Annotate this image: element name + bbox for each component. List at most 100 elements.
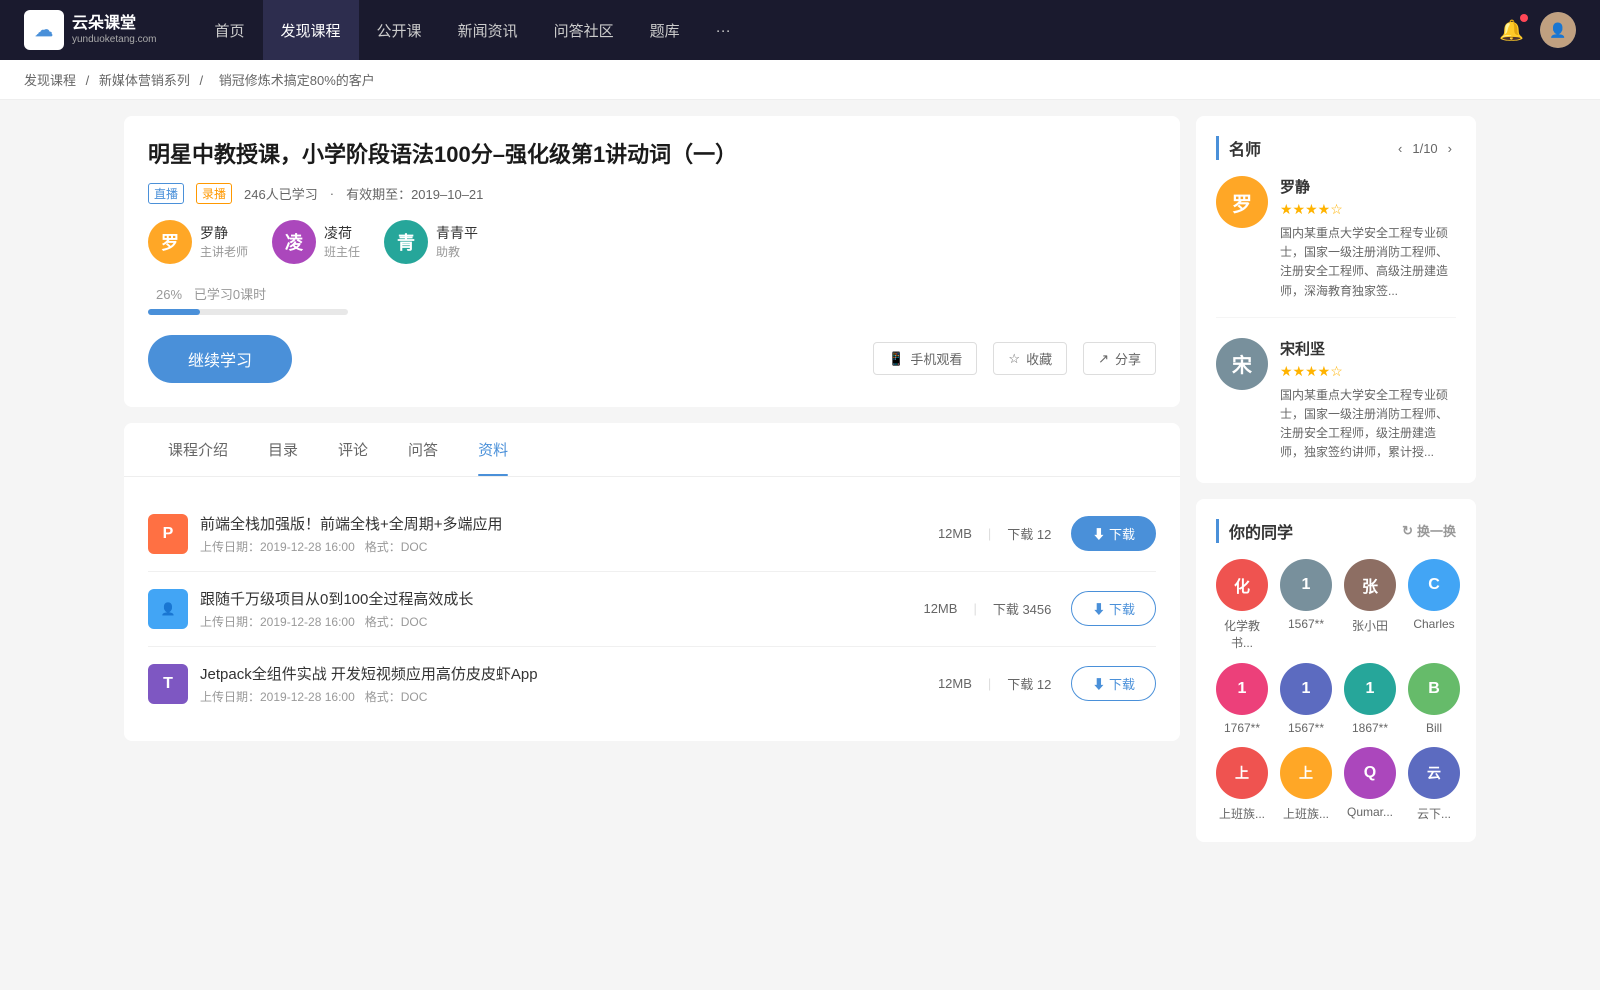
course-title: 明星中教授课，小学阶段语法100分–强化级第1讲动词（一） [148,140,1156,171]
tab-review[interactable]: 评论 [318,423,388,476]
nav-item-quiz[interactable]: 题库 [632,0,698,60]
student-2-avatar[interactable]: 张 [1344,559,1396,611]
student-9-name: 上班族... [1283,805,1329,822]
left-column: 明星中教授课，小学阶段语法100分–强化级第1讲动词（一） 直播 录播 246人… [124,116,1180,858]
student-7: B Bill [1408,663,1460,735]
file-stats-1: 12MB | 下载 3456 [923,599,1051,618]
student-1-avatar[interactable]: 1 [1280,559,1332,611]
teacher-2-name: 青青平 [436,223,478,243]
page-number: 1/10 [1412,141,1437,156]
download-button-0[interactable]: ⬇ 下载 [1071,516,1156,551]
tab-intro[interactable]: 课程介绍 [148,423,248,476]
student-9-avatar[interactable]: 上 [1280,747,1332,799]
action-buttons: 📱 手机观看 ☆ 收藏 ↗ 分享 [873,342,1156,375]
student-10-avatar[interactable]: Q [1344,747,1396,799]
user-avatar[interactable]: 👤 [1540,12,1576,48]
sidebar-teachers-title: 名师 ‹ 1/10 › [1216,136,1456,160]
nav-item-qa[interactable]: 问答社区 [536,0,632,60]
tab-catalog[interactable]: 目录 [248,423,318,476]
phone-watch-button[interactable]: 📱 手机观看 [873,342,977,375]
sidebar-teacher-0-stars: ★★★★☆ [1280,201,1456,218]
breadcrumb-discover[interactable]: 发现课程 [24,73,76,88]
bell-icon[interactable]: 🔔 [1499,18,1524,43]
teacher-0-role: 主讲老师 [200,243,248,260]
student-8-name: 上班族... [1219,805,1265,822]
logo-text: 云朵课堂 yunduoketang.com [72,14,157,45]
student-11-name: 云下... [1417,805,1451,822]
navbar: ☁ 云朵课堂 yunduoketang.com 首页 发现课程 公开课 新闻资讯… [0,0,1600,60]
file-icon-0: P [148,514,188,554]
student-6-avatar[interactable]: 1 [1344,663,1396,715]
file-stats-0: 12MB | 下载 12 [938,524,1051,543]
sidebar-teacher-0-name: 罗静 [1280,176,1456,197]
course-card: 明星中教授课，小学阶段语法100分–强化级第1讲动词（一） 直播 录播 246人… [124,116,1180,407]
refresh-icon: ↻ [1402,523,1413,539]
teacher-2: 青 青青平 助教 [384,220,478,264]
nav-item-discover[interactable]: 发现课程 [263,0,359,60]
nav-item-more[interactable]: ··· [698,0,749,60]
student-2: 张 张小田 [1344,559,1396,651]
file-info-2: Jetpack全组件实战 开发短视频应用高仿皮皮虾App 上传日期：2019-1… [200,663,938,705]
student-6-name: 1867** [1352,721,1388,735]
student-4-avatar[interactable]: 1 [1216,663,1268,715]
badge-record: 录播 [196,183,232,204]
download-button-2[interactable]: ⬇ 下载 [1071,666,1156,701]
logo[interactable]: ☁ 云朵课堂 yunduoketang.com [24,10,157,50]
teacher-0: 罗 罗静 主讲老师 [148,220,248,264]
student-0-name: 化学教书... [1216,617,1268,651]
student-11: 云 云下... [1408,747,1460,822]
refresh-students-button[interactable]: ↻ 换一换 [1402,521,1456,540]
tab-resources[interactable]: 资料 [458,423,528,476]
tab-qa[interactable]: 问答 [388,423,458,476]
student-5-avatar[interactable]: 1 [1280,663,1332,715]
student-9: 上 上班族... [1280,747,1332,822]
file-info-1: 跟随千万级项目从0到100全过程高效成长 上传日期：2019-12-28 16:… [200,588,923,630]
nav-item-open[interactable]: 公开课 [359,0,440,60]
sidebar-teacher-1-stars: ★★★★☆ [1280,363,1456,380]
sidebar-teacher-1-avatar: 宋 [1216,338,1268,390]
teacher-1-name: 凌荷 [324,223,360,243]
course-meta: 直播 录播 246人已学习 · 有效期至：2019–10–21 [148,183,1156,204]
tab-content: P 前端全栈加强版！前端全栈+全周期+多端应用 上传日期：2019-12-28 … [124,477,1180,741]
student-8-avatar[interactable]: 上 [1216,747,1268,799]
sidebar-teacher-1-name: 宋利坚 [1280,338,1456,359]
student-3-name: Charles [1413,617,1454,631]
sidebar-teacher-0: 罗 罗静 ★★★★☆ 国内某重点大学安全工程专业硕士，国家一级注册消防工程师、注… [1216,176,1456,318]
student-1-name: 1567** [1288,617,1324,631]
breadcrumb-current: 销冠修炼术搞定80%的客户 [219,73,375,88]
teacher-2-avatar: 青 [384,220,428,264]
student-6: 1 1867** [1344,663,1396,735]
file-name-1: 跟随千万级项目从0到100全过程高效成长 [200,588,923,609]
continue-button[interactable]: 继续学习 [148,335,292,383]
nav-item-news[interactable]: 新闻资讯 [440,0,536,60]
sidebar-teacher-1: 宋 宋利坚 ★★★★☆ 国内某重点大学安全工程专业硕士，国家一级注册消防工程师、… [1216,338,1456,463]
nav-item-home[interactable]: 首页 [197,0,263,60]
prev-page-button[interactable]: ‹ [1394,139,1406,158]
student-11-avatar[interactable]: 云 [1408,747,1460,799]
sidebar-teacher-0-desc: 国内某重点大学安全工程专业硕士，国家一级注册消防工程师、注册安全工程师、高级注册… [1280,224,1456,301]
file-meta-2: 上传日期：2019-12-28 16:00 格式：DOC [200,688,938,705]
student-0-avatar[interactable]: 化 [1216,559,1268,611]
teacher-pagination: ‹ 1/10 › [1394,139,1456,158]
file-meta-1: 上传日期：2019-12-28 16:00 格式：DOC [200,613,923,630]
breadcrumb-series[interactable]: 新媒体营销系列 [99,73,190,88]
student-5-name: 1567** [1288,721,1324,735]
file-stats-2: 12MB | 下载 12 [938,674,1051,693]
share-button[interactable]: ↗ 分享 [1083,342,1156,375]
download-button-1[interactable]: ⬇ 下载 [1071,591,1156,626]
action-area: 继续学习 📱 手机观看 ☆ 收藏 ↗ 分享 [148,335,1156,383]
student-2-name: 张小田 [1352,617,1388,634]
collect-button[interactable]: ☆ 收藏 [993,342,1067,375]
sidebar-teacher-0-avatar: 罗 [1216,176,1268,228]
student-7-avatar[interactable]: B [1408,663,1460,715]
teacher-0-avatar: 罗 [148,220,192,264]
next-page-button[interactable]: › [1444,139,1456,158]
file-icon-2: T [148,664,188,704]
share-icon: ↗ [1098,351,1109,367]
students-grid: 化 化学教书... 1 1567** 张 张小田 C Charles 1 1 [1216,559,1456,822]
breadcrumb: 发现课程 / 新媒体营销系列 / 销冠修炼术搞定80%的客户 [0,60,1600,100]
student-8: 上 上班族... [1216,747,1268,822]
sidebar-teacher-1-desc: 国内某重点大学安全工程专业硕士，国家一级注册消防工程师、注册安全工程师，级注册建… [1280,386,1456,463]
file-name-2: Jetpack全组件实战 开发短视频应用高仿皮皮虾App [200,663,938,684]
student-3-avatar[interactable]: C [1408,559,1460,611]
